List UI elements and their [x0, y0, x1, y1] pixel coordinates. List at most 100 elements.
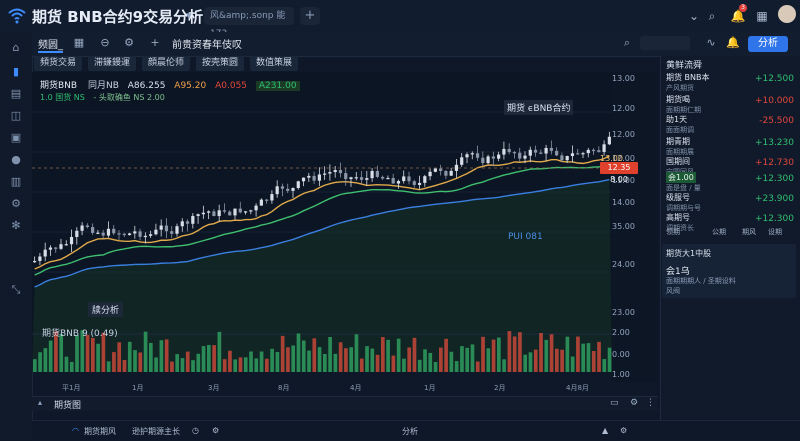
tab-panel[interactable]: 领期 [666, 227, 680, 237]
search-icon[interactable]: ⌕ [704, 8, 720, 24]
status-item[interactable]: 分析 [402, 426, 418, 437]
minus-circle-icon[interactable]: ⊖ [98, 36, 112, 50]
briefcase-icon[interactable]: ▣ [8, 130, 24, 146]
volume-bar [402, 358, 406, 372]
watchlist-name: 国期间 [666, 157, 690, 166]
candle-body [143, 235, 147, 238]
volume-bar [560, 349, 564, 372]
chart-legend: 期货BNB 同月NB A86.255 A95.20 A0.055 A231.00 [40, 78, 300, 91]
volume-bar [449, 351, 454, 372]
bar-chart-icon[interactable]: ▮ [8, 64, 24, 80]
avatar[interactable] [778, 5, 796, 23]
list-icon[interactable]: ▦ [72, 36, 86, 50]
price-chart[interactable] [32, 72, 612, 372]
subbar-item[interactable]: 頻货交易 [34, 56, 83, 71]
analytics-icon[interactable]: ▥ [8, 174, 24, 190]
candle-body [549, 147, 553, 151]
bell-icon[interactable]: 🔔 [726, 36, 740, 50]
candle-body [170, 231, 174, 234]
volume-bar [170, 361, 174, 372]
candle-body [333, 169, 337, 173]
bottom-panel-title: 期货图 [54, 401, 82, 411]
left-sidebar: ⌂ ▮ ▤ ◫ ▣ ● ▥ ⚙ ✻ ⤡ [0, 32, 33, 440]
candle-body [317, 174, 321, 181]
home-icon[interactable]: ⌂ [8, 40, 24, 56]
candle-body [175, 226, 179, 234]
time-label: 2月 [494, 384, 506, 392]
chevron-down-icon[interactable]: ▾ [186, 9, 192, 22]
toolbar-title: 前贵资春年伎叹 [172, 40, 242, 51]
candle-body [555, 150, 559, 156]
panel-search-input[interactable] [640, 36, 690, 50]
gear-icon[interactable]: ⚙ [212, 426, 219, 435]
volume-bar [301, 340, 306, 372]
watchlist-value: +23.900 [754, 194, 794, 204]
candle-body [54, 247, 58, 249]
volume-bar [354, 334, 359, 372]
price-label: 35.00 [612, 222, 635, 231]
plus-icon[interactable]: + [148, 36, 162, 50]
candle-body [512, 152, 517, 154]
pulse-icon[interactable]: ∿ [704, 36, 718, 50]
subbar-item[interactable]: 顔晨伦师 [142, 56, 191, 71]
tab-panel[interactable]: 设期 [768, 227, 782, 237]
collapse-icon[interactable]: ⤡ [8, 282, 24, 298]
user-icon[interactable]: ● [8, 152, 24, 168]
volume-bar [333, 353, 338, 372]
gear-icon[interactable]: ⚙ [122, 36, 136, 50]
price-label: 14.00 [612, 198, 635, 207]
grid-icon[interactable]: ▦ [754, 8, 770, 24]
candle-body [507, 148, 511, 153]
gear-icon[interactable]: ⚙ [620, 426, 627, 435]
chevron-down-icon[interactable]: ⌄ [686, 8, 702, 24]
chevron-up-icon[interactable]: ▴ [38, 398, 42, 407]
price-axis: 13.00 12.00 12.00 12.00 11.00 14.00 35.0… [612, 72, 658, 382]
candle-body [254, 205, 258, 211]
tab-panel[interactable]: 期风 [742, 227, 756, 237]
status-item[interactable]: 逊护期源主长 [132, 426, 180, 437]
volume-bar [307, 350, 311, 372]
volume-bar [201, 346, 206, 372]
document-icon[interactable]: ▤ [8, 86, 24, 102]
candle-body [323, 173, 327, 175]
tab-chart[interactable]: 频圆_ [38, 36, 63, 53]
search-icon[interactable]: ⌕ [620, 36, 634, 50]
candle-body [465, 154, 469, 158]
subbar-item[interactable]: 数值策展 [250, 56, 299, 71]
volume-bar [91, 337, 95, 372]
layers-icon[interactable]: ◫ [8, 108, 24, 124]
volume-bar [475, 361, 480, 372]
volume-bar [460, 346, 464, 372]
candle-body [106, 228, 111, 236]
candle-body [69, 236, 74, 245]
candle-body [423, 176, 427, 183]
candle-body [80, 225, 84, 231]
gear-icon[interactable]: ⚙ [8, 196, 24, 212]
volume-bar [249, 351, 253, 372]
volume-bar [528, 352, 533, 372]
legend-sub-item: - 头取确鱼 NS 2.00 [93, 93, 165, 102]
volume-bar [555, 348, 559, 372]
watchlist-name: 期货喝 [666, 95, 690, 104]
volume-bar [38, 352, 42, 372]
subbar-item[interactable]: 按壳策圆 [196, 56, 245, 71]
title-bar: 期货 BNB合约9交易分析 ▾ 风&amp;.sonp 能 173 + ⌄ ⌕ … [0, 0, 800, 39]
terminal-icon[interactable]: ▭ [610, 398, 619, 408]
analysis-button[interactable]: 分析 [748, 36, 788, 52]
subbar-item[interactable]: 滞鎌鏝運 [88, 56, 137, 71]
info-card[interactable]: 期货大1中股 会1乌 面期期期人 / 圣期设料 风阀 [662, 244, 796, 298]
candle-body [164, 225, 169, 232]
volume-bar [444, 338, 448, 372]
search-tab[interactable]: 风&amp;.sonp 能 173 [204, 7, 294, 39]
notification-badge: 3 [739, 4, 747, 12]
settings-icon[interactable]: ⚙ [630, 398, 638, 408]
settings-icon[interactable]: ✻ [8, 218, 24, 234]
wifi-icon: ◠ [72, 426, 79, 435]
tab-panel[interactable]: 公期 [712, 227, 726, 237]
right-panel-tabs: 领期 公期 期风 设期 [662, 226, 800, 240]
more-icon[interactable]: ⋮ [646, 398, 655, 408]
status-item[interactable]: 期货期风 [84, 426, 116, 437]
watchlist-value: +10.000 [754, 96, 794, 106]
add-tab-button[interactable]: + [300, 7, 320, 25]
candle-body [365, 178, 369, 180]
